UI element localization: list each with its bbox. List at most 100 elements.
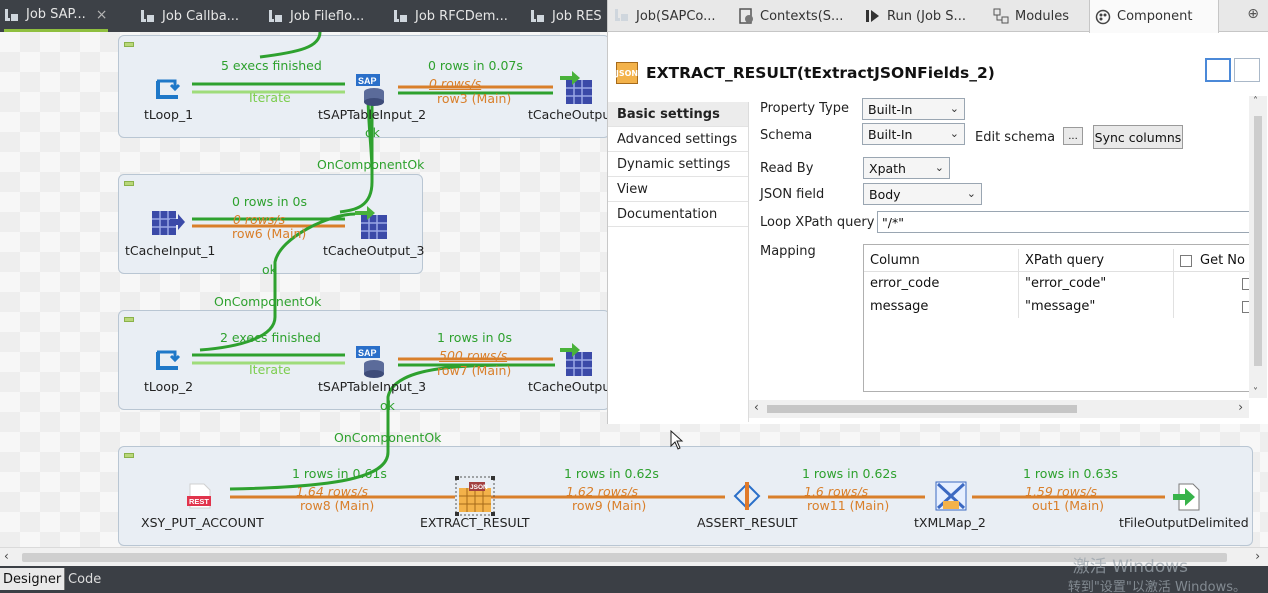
tcacheoutput-icon[interactable] <box>560 342 594 378</box>
rate-3: 500 rows/s <box>439 348 508 363</box>
column-cell[interactable]: message <box>864 295 1019 318</box>
tab-component[interactable]: Component <box>1089 0 1219 33</box>
json-field-label: JSON field <box>760 187 825 202</box>
get-nodes-cell[interactable] <box>1174 295 1253 318</box>
sap-icon[interactable]: SAP <box>354 344 388 378</box>
tcacheoutput-label: tCacheOutpu <box>528 107 611 122</box>
rate-row11: 1.6 rows/s <box>804 484 869 499</box>
mapping-header-row: Column XPath query Get No <box>864 249 1253 272</box>
tab-job-rfcdemo[interactable]: Job RFCDem... <box>393 0 508 32</box>
nav-advanced-settings[interactable]: Advanced settings <box>608 127 748 152</box>
tab-job-settings[interactable]: Job(SAPCo... <box>614 0 716 32</box>
checkbox[interactable] <box>1180 254 1192 267</box>
tloop2-label: tLoop_2 <box>144 379 194 394</box>
panel-horizontal-scrollbar[interactable]: ‹ › <box>749 400 1249 418</box>
close-icon[interactable]: × <box>96 7 108 23</box>
mouse-cursor-icon <box>670 430 684 450</box>
read-by-label: Read By <box>760 161 814 176</box>
tloop-icon[interactable] <box>153 348 183 374</box>
row-3: row7 (Main) <box>437 363 512 378</box>
mapping-label: Mapping <box>760 244 816 259</box>
tcacheoutput-icon[interactable] <box>560 70 594 106</box>
property-type-select[interactable]: Built-In ⌄ <box>862 98 965 120</box>
tfileoutputdelimited-icon[interactable] <box>1173 482 1205 512</box>
windows-activation-hint: 转到"设置"以激活 Windows。 <box>1067 580 1246 593</box>
xpath-header[interactable]: XPath query <box>1019 249 1174 272</box>
tab-run[interactable]: Run (Job S... <box>865 0 966 32</box>
chevron-down-icon: ⌄ <box>949 102 959 115</box>
nav-documentation[interactable]: Documentation <box>608 202 748 227</box>
contexts-icon <box>739 8 753 24</box>
sync-columns-button[interactable]: Sync columns <box>1093 125 1183 149</box>
read-by-select[interactable]: Xpath ⌄ <box>863 157 950 179</box>
tloop-icon[interactable] <box>153 77 183 103</box>
rate-1: 0 rows/s <box>429 76 482 91</box>
tab-contexts[interactable]: Contexts(S... <box>738 0 843 32</box>
iterate-stat-2: 2 execs finished <box>220 330 321 345</box>
row-2: row6 (Main) <box>232 226 307 241</box>
sap-icon[interactable]: SAP <box>354 72 388 106</box>
table-row[interactable]: message "message" <box>864 295 1253 318</box>
tab-designer[interactable]: Designer <box>0 568 65 590</box>
json-field-select[interactable]: Body ⌄ <box>863 183 982 205</box>
chevron-right-icon[interactable]: › <box>1238 400 1243 414</box>
tab-job-sap[interactable]: Job SAP... × <box>4 0 108 32</box>
oncomponentok-3: OnComponentOk <box>334 430 442 445</box>
column-cell[interactable]: error_code <box>864 272 1019 295</box>
chevron-right-icon[interactable]: › <box>1255 549 1260 563</box>
iterate-label-2: Iterate <box>249 362 291 377</box>
get-nodes-header[interactable]: Get No <box>1174 249 1253 272</box>
get-nodes-cell[interactable] <box>1174 272 1253 295</box>
iterate-label-1: Iterate <box>249 90 291 105</box>
loop-xpath-input[interactable]: "/*" <box>877 211 1257 233</box>
nav-basic-settings[interactable]: Basic settings <box>608 102 748 127</box>
job-icon <box>614 8 630 24</box>
textractjsonfields-icon[interactable]: JSON <box>455 476 495 516</box>
chevron-left-icon[interactable]: ‹ <box>754 400 759 414</box>
chevron-down-icon[interactable]: ˅ <box>1253 387 1258 398</box>
column-header[interactable]: Column <box>864 249 1019 272</box>
rest-icon[interactable]: REST <box>186 482 214 510</box>
scroll-thumb[interactable] <box>767 405 1077 413</box>
tab-job-fileflow[interactable]: Job Fileflo... <box>268 0 364 32</box>
svg-text:JSON: JSON <box>470 484 488 491</box>
edit-schema-button[interactable]: ... <box>1063 127 1083 145</box>
scroll-thumb[interactable] <box>22 553 1227 562</box>
grid-view-button[interactable] <box>1205 58 1231 82</box>
component-icon <box>1095 9 1111 24</box>
tcacheinput-icon[interactable] <box>150 207 186 239</box>
schema-select[interactable]: Built-In ⌄ <box>862 123 965 145</box>
nav-dynamic-settings[interactable]: Dynamic settings <box>608 152 748 177</box>
list-view-button[interactable] <box>1234 58 1260 82</box>
table-row[interactable]: error_code "error_code" <box>864 272 1253 295</box>
chevron-down-icon: ⌄ <box>934 161 944 174</box>
tab-job-rest[interactable]: Job RES <box>530 0 602 32</box>
tassert-icon[interactable] <box>733 482 761 512</box>
tcacheoutput-icon[interactable] <box>355 205 389 241</box>
run-icon <box>866 10 879 22</box>
xpath-cell[interactable]: "error_code" <box>1019 272 1174 295</box>
tab-code[interactable]: Code <box>64 568 104 590</box>
chevron-down-icon: ⌄ <box>966 187 976 200</box>
xpath-cell[interactable]: "message" <box>1019 295 1174 318</box>
row-out1: out1 (Main) <box>1032 498 1104 513</box>
ok-3: ok <box>380 398 395 413</box>
txmlmap-icon[interactable] <box>933 479 969 513</box>
component-title: JSON EXTRACT_RESULT(tExtractJSONFields_2… <box>615 62 995 84</box>
view-mode-buttons <box>1202 58 1260 82</box>
panel-vertical-scrollbar[interactable]: ˄ ˅ <box>1249 96 1267 398</box>
tcacheinput1-label: tCacheInput_1 <box>125 243 216 258</box>
rows-stat-3: 1 rows in 0s <box>437 330 512 345</box>
tab-modules[interactable]: Modules <box>993 0 1069 32</box>
row-1: row3 (Main) <box>437 91 512 106</box>
add-view-icon[interactable]: ⊕ <box>1247 6 1259 22</box>
nav-view[interactable]: View <box>608 177 748 202</box>
rows-stat-row11: 1 rows in 0.62s <box>802 466 897 481</box>
chevron-up-icon[interactable]: ˄ <box>1253 96 1258 107</box>
trigger-line-top[interactable] <box>259 32 322 59</box>
rate-2: 0 rows/s <box>233 212 286 227</box>
rate-row9: 1.62 rows/s <box>566 484 639 499</box>
chevron-left-icon[interactable]: ‹ <box>4 549 9 563</box>
scroll-thumb[interactable] <box>1254 116 1262 366</box>
tab-job-callback[interactable]: Job Callba... <box>140 0 239 32</box>
